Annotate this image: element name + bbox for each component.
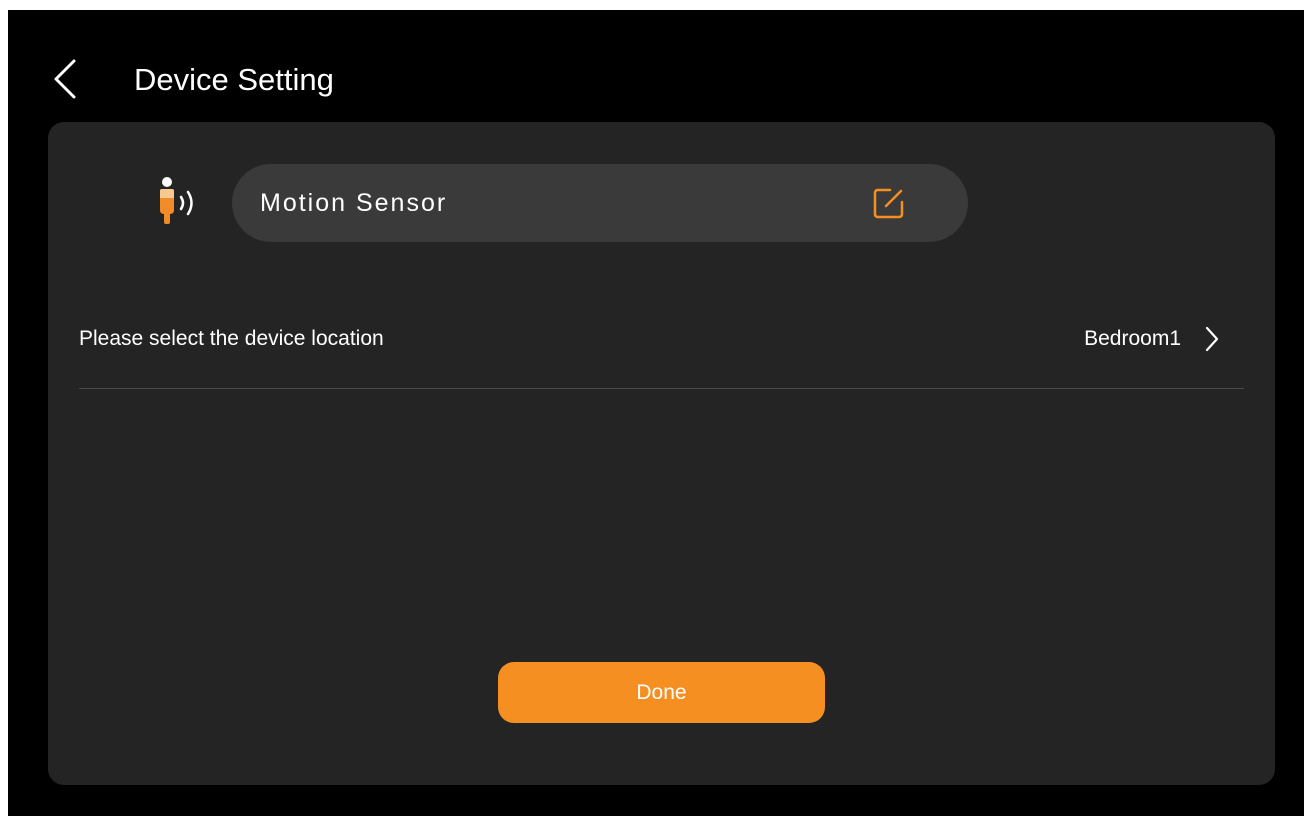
done-button[interactable]: Done [498,662,825,723]
location-label: Please select the device location [79,327,384,350]
settings-card: Motion Sensor Please select the device l… [48,122,1275,785]
device-name-field[interactable]: Motion Sensor [232,164,968,242]
motion-sensor-icon [160,177,193,224]
chevron-left-icon [54,59,76,99]
back-button[interactable] [48,56,82,102]
chevron-right-icon [1205,326,1219,352]
location-row[interactable]: Please select the device location Bedroo… [79,312,1244,389]
edit-icon [873,188,904,219]
page-title: Device Setting [134,62,334,97]
screen: Device Setting Motion Sensor Please sele… [8,10,1304,816]
device-name: Motion Sensor [260,189,448,217]
location-value: Bedroom1 [1084,327,1181,350]
edit-name-button[interactable] [872,186,906,220]
